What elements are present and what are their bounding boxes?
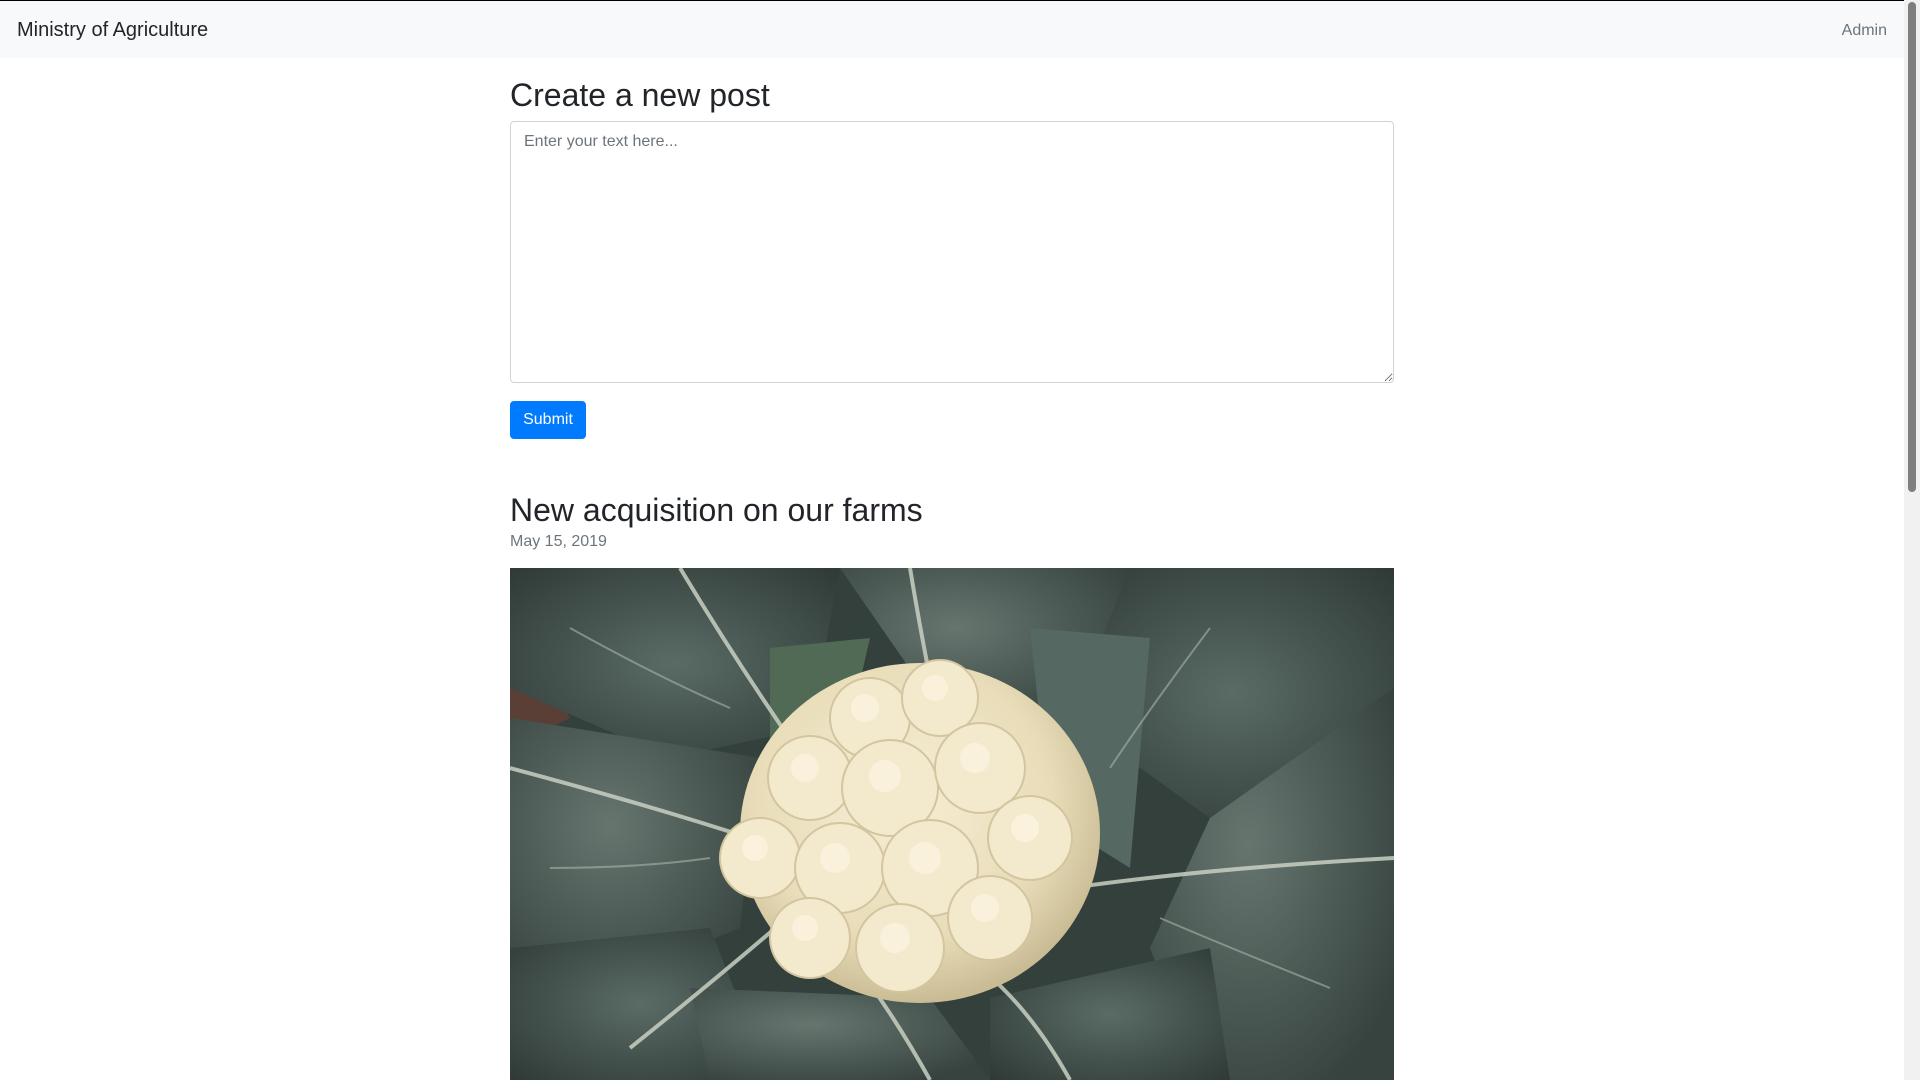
- submit-button[interactable]: Submit: [510, 401, 586, 439]
- post-title: New acquisition on our farms: [510, 492, 923, 528]
- create-post-heading: Create a new post: [510, 77, 770, 113]
- admin-link[interactable]: Admin: [1842, 21, 1887, 41]
- cauliflower-photo: [510, 568, 1394, 1080]
- post-image: [510, 568, 1394, 1080]
- post-text-input[interactable]: [510, 121, 1394, 383]
- navbar: Ministry of Agriculture Admin: [0, 1, 1904, 58]
- page-scrollbar[interactable]: [1904, 0, 1920, 1080]
- brand-link[interactable]: Ministry of Agriculture: [17, 18, 208, 42]
- scrollbar-thumb[interactable]: [1908, 2, 1916, 492]
- post-date: May 15, 2019: [510, 533, 607, 550]
